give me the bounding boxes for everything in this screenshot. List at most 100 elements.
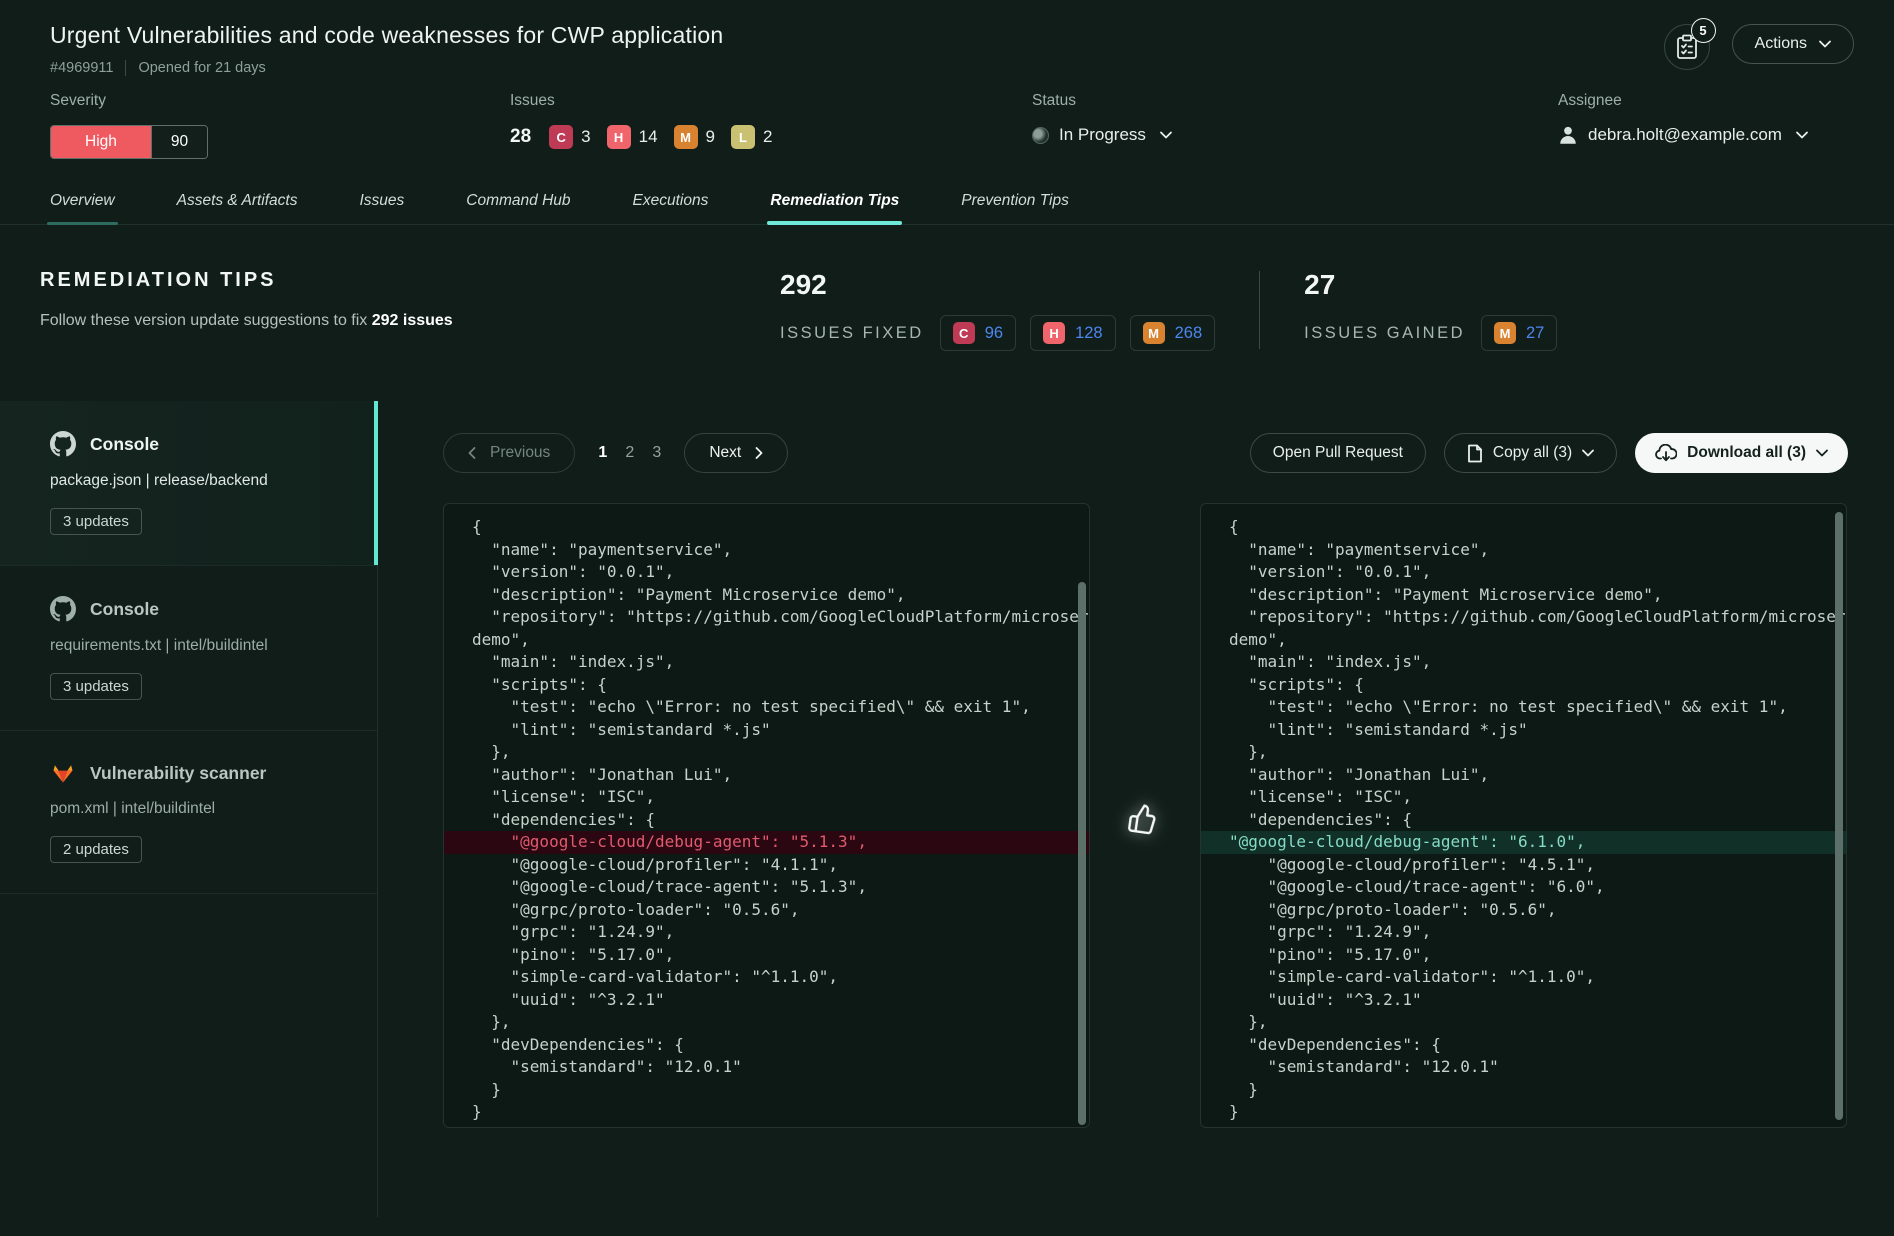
source-title: Console [90,434,159,455]
code-line: "@google-cloud/debug-agent": "5.1.3", [444,831,1089,854]
issues-M-count: 9 [706,127,715,147]
open-pr-label: Open Pull Request [1273,444,1403,462]
tab-assets-artifacts[interactable]: Assets & Artifacts [177,192,298,224]
chevron-down-icon [1160,131,1172,139]
code-line: }, [1201,741,1846,764]
issues-gained-label: ISSUES GAINED [1304,324,1465,343]
tab-prevention-tips[interactable]: Prevention Tips [961,192,1069,224]
scrollbar-thumb[interactable] [1078,582,1086,1125]
right-code: { "name": "paymentservice", "version": "… [1201,516,1846,1124]
issues-label: Issues [510,92,1032,110]
github-icon [50,596,76,622]
issues-chip-H[interactable]: H 128 [1030,315,1116,351]
issues-L-group: L2 [731,125,772,149]
code-line: "license": "ISC", [1201,786,1846,809]
chip-count: 27 [1526,324,1544,343]
page-title: Urgent Vulnerabilities and code weakness… [50,22,723,49]
remediation-source-2[interactable]: Consolerequirements.txt | intel/buildint… [0,565,377,730]
assignee-select[interactable]: debra.holt@example.com [1558,125,1854,145]
chevron-down-icon [1796,131,1808,139]
code-line: } [444,1101,1089,1124]
chevron-down-icon [1816,449,1828,457]
copy-all-button[interactable]: Copy all (3) [1444,433,1617,473]
code-line: "main": "index.js", [444,651,1089,674]
page-1[interactable]: 1 [589,444,616,462]
pagination: Previous 123 Next [443,433,788,473]
tab-remediation-tips[interactable]: Remediation Tips [770,192,899,224]
status-label: Status [1032,92,1558,110]
code-line: "uuid": "^3.2.1" [444,989,1089,1012]
issues-C-group: C3 [549,125,590,149]
task-list-button[interactable]: 5 [1664,24,1710,70]
title-block: Urgent Vulnerabilities and code weakness… [50,22,723,76]
person-icon [1558,125,1578,145]
assignee-label: Assignee [1558,92,1854,110]
code-line: "@google-cloud/trace-agent": "5.1.3", [444,876,1089,899]
severity-H-icon: H [1043,322,1065,344]
severity-column: Severity High 90 [50,92,510,176]
top-bar: Urgent Vulnerabilities and code weakness… [0,0,1894,76]
copy-icon [1467,444,1483,463]
scrollbar-thumb[interactable] [1835,512,1843,1120]
code-line: "repository": "https://github.com/Google… [1201,606,1846,629]
tab-command-hub[interactable]: Command Hub [466,192,570,224]
issues-fixed-label: ISSUES FIXED [780,324,924,343]
remediation-source-1[interactable]: Consolepackage.json | release/backend3 u… [0,401,377,565]
code-line: "pino": "5.17.0", [1201,944,1846,967]
section-title: REMEDIATION TIPS [40,269,780,292]
updates-count-badge: 3 updates [50,508,142,535]
remediation-source-3[interactable]: Vulnerability scannerpom.xml | intel/bui… [0,730,377,894]
code-line: "scripts": { [1201,674,1846,697]
code-line: } [444,1079,1089,1102]
download-all-button[interactable]: Download all (3) [1635,433,1848,473]
code-line: "uuid": "^3.2.1" [1201,989,1846,1012]
code-line: "lint": "semistandard *.js" [444,719,1089,742]
code-line: "grpc": "1.24.9", [1201,921,1846,944]
diff-panels: { "name": "paymentservice", "version": "… [443,503,1848,1128]
code-line: { [444,516,1089,539]
code-line: "version": "0.0.1", [444,561,1089,584]
tab-executions[interactable]: Executions [633,192,709,224]
code-line: "repository": "https://github.com/Google… [444,606,1089,629]
issues-chip-M[interactable]: M27 [1481,315,1557,351]
status-select[interactable]: In Progress [1032,125,1558,145]
sidebar: Consolepackage.json | release/backend3 u… [0,401,378,1217]
toolbar: Previous 123 Next Open Pull Request [443,433,1848,473]
issues-M-group: M9 [674,125,715,149]
content: Previous 123 Next Open Pull Request [378,401,1894,1217]
subtitle-count: 292 issues [372,312,453,329]
previous-label: Previous [490,444,550,462]
severity-M-icon: M [674,125,698,149]
issues-line: 28 C3H14M9L2 [510,125,1032,149]
issues-total: 28 [510,126,531,148]
actions-button[interactable]: Actions [1732,24,1854,64]
severity-level: High [51,126,151,158]
chip-count: 128 [1075,324,1103,343]
toolbar-actions: Open Pull Request Copy all (3) [1250,433,1848,473]
suggested-file-panel: { "name": "paymentservice", "version": "… [1200,503,1847,1128]
next-button[interactable]: Next [684,433,788,473]
page-2[interactable]: 2 [616,444,643,462]
open-pull-request-button[interactable]: Open Pull Request [1250,433,1426,473]
page-3[interactable]: 3 [643,444,670,462]
main: Consolepackage.json | release/backend3 u… [0,401,1894,1217]
divider [1259,271,1260,349]
status-column: Status In Progress [1032,92,1558,176]
status-value: In Progress [1059,125,1146,145]
issues-chip-M[interactable]: M268 [1130,315,1216,351]
code-line: "scripts": { [444,674,1089,697]
previous-button[interactable]: Previous [443,433,575,473]
code-line: "dependencies": { [1201,809,1846,832]
section-subtitle: Follow these version update suggestions … [40,312,780,330]
code-line: "@google-cloud/profiler": "4.1.1", [444,854,1089,877]
tab-overview[interactable]: Overview [50,192,115,224]
tab-issues[interactable]: Issues [359,192,404,224]
current-file-panel: { "name": "paymentservice", "version": "… [443,503,1090,1128]
source-title-row: Console [50,431,353,457]
issues-chip-C[interactable]: C96 [940,315,1016,351]
code-line: demo", [444,629,1089,652]
next-label: Next [709,444,741,462]
approve-suggestion-control[interactable] [1122,797,1166,841]
code-line: "author": "Jonathan Lui", [1201,764,1846,787]
severity-score: 90 [151,126,207,158]
